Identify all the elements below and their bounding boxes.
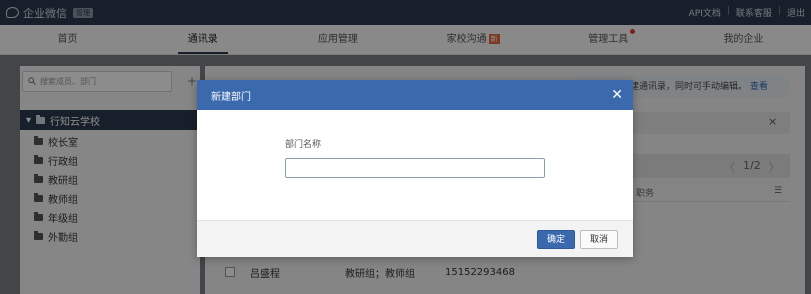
- department-name-label: 部门名称: [285, 140, 322, 150]
- dialog-body: 部门名称: [197, 110, 633, 220]
- department-name-input[interactable]: [285, 158, 545, 178]
- new-department-dialog: 新建部门 ✕ 部门名称 确定 取消: [197, 80, 633, 257]
- dialog-title: 新建部门: [211, 91, 251, 103]
- confirm-button[interactable]: 确定: [536, 229, 575, 249]
- close-icon[interactable]: ✕: [611, 88, 623, 102]
- dialog-header: 新建部门 ✕: [197, 80, 633, 110]
- cancel-button[interactable]: 取消: [579, 229, 618, 249]
- dialog-footer: 确定 取消: [197, 220, 633, 257]
